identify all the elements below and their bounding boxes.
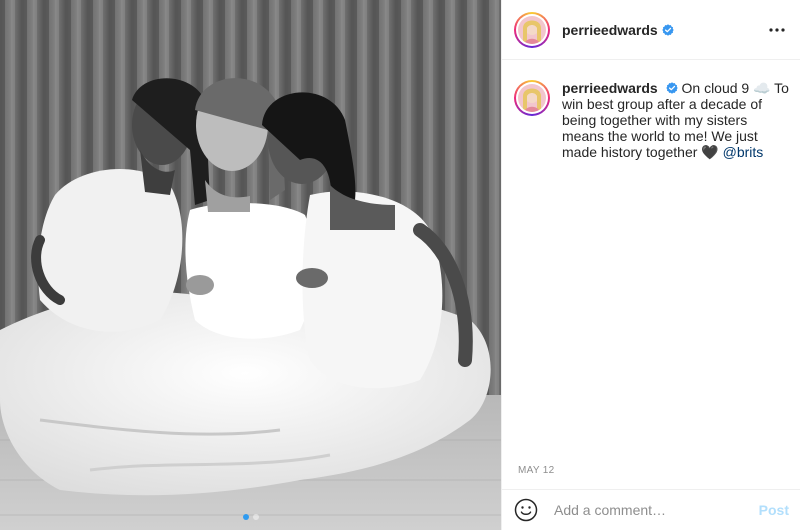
- header-username[interactable]: perrieedwards: [562, 22, 658, 38]
- verified-badge-icon: [662, 23, 674, 36]
- carousel-indicator: [0, 514, 501, 520]
- black-and-white-group-photo: [0, 0, 501, 530]
- post-date[interactable]: MAY 12: [518, 465, 554, 476]
- caption-username[interactable]: perrieedwards: [562, 80, 658, 96]
- post-header: perrieedwards: [502, 0, 800, 60]
- post-photo[interactable]: [0, 0, 501, 530]
- instagram-post: perrieedwards perrieedwards On cloud 9 ☁…: [0, 0, 800, 530]
- caption-avatar[interactable]: [514, 80, 550, 116]
- carousel-dot-active[interactable]: [242, 514, 249, 520]
- mention-link[interactable]: @brits: [723, 144, 764, 160]
- post-caption: perrieedwards On cloud 9 ☁️ To win best …: [514, 80, 792, 160]
- caption-text: perrieedwards On cloud 9 ☁️ To win best …: [562, 80, 792, 160]
- more-horizontal-icon[interactable]: [765, 20, 789, 40]
- avatar-image: [518, 84, 546, 112]
- avatar-image: [518, 15, 546, 44]
- post-side-panel: perrieedwards perrieedwards On cloud 9 ☁…: [501, 0, 800, 530]
- emoji-smiley-icon[interactable]: [514, 498, 538, 522]
- verified-badge-icon: [665, 82, 678, 94]
- avatar[interactable]: [514, 11, 550, 48]
- comment-bar: Post: [502, 489, 800, 530]
- comment-input[interactable]: [554, 502, 751, 518]
- carousel-dot[interactable]: [252, 514, 259, 520]
- post-comment-button[interactable]: Post: [759, 502, 789, 518]
